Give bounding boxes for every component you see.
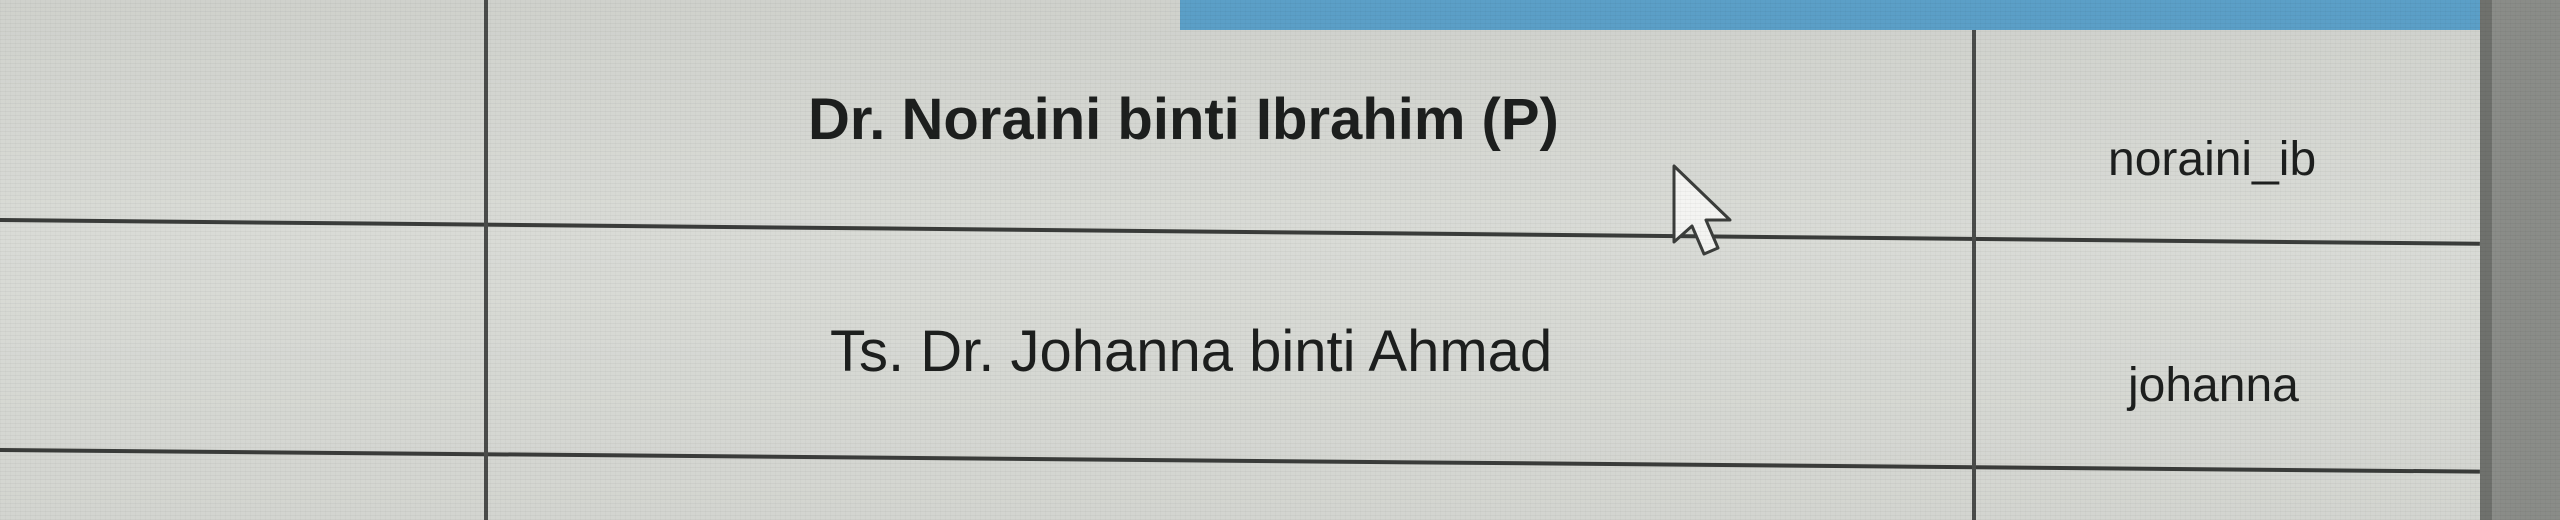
table-header-bar <box>1180 0 2480 30</box>
mouse-pointer-icon <box>1672 164 1732 256</box>
column-divider <box>1972 30 1976 520</box>
username-cell: johanna <box>2128 359 2299 412</box>
scrollbar-track[interactable] <box>2480 0 2492 520</box>
name-cell: Ts. Dr. Johanna binti Ahmad <box>830 319 1553 384</box>
row-divider <box>0 218 2480 246</box>
column-divider <box>484 0 488 520</box>
username-cell: noraini_ib <box>2108 133 2317 186</box>
table-viewport: Dr. Noraini binti Ibrahim (P) noraini_ib… <box>0 0 2560 520</box>
row-divider <box>0 448 2480 474</box>
name-cell: Dr. Noraini binti Ibrahim (P) <box>808 87 1559 152</box>
screen-bezel <box>2480 0 2560 520</box>
